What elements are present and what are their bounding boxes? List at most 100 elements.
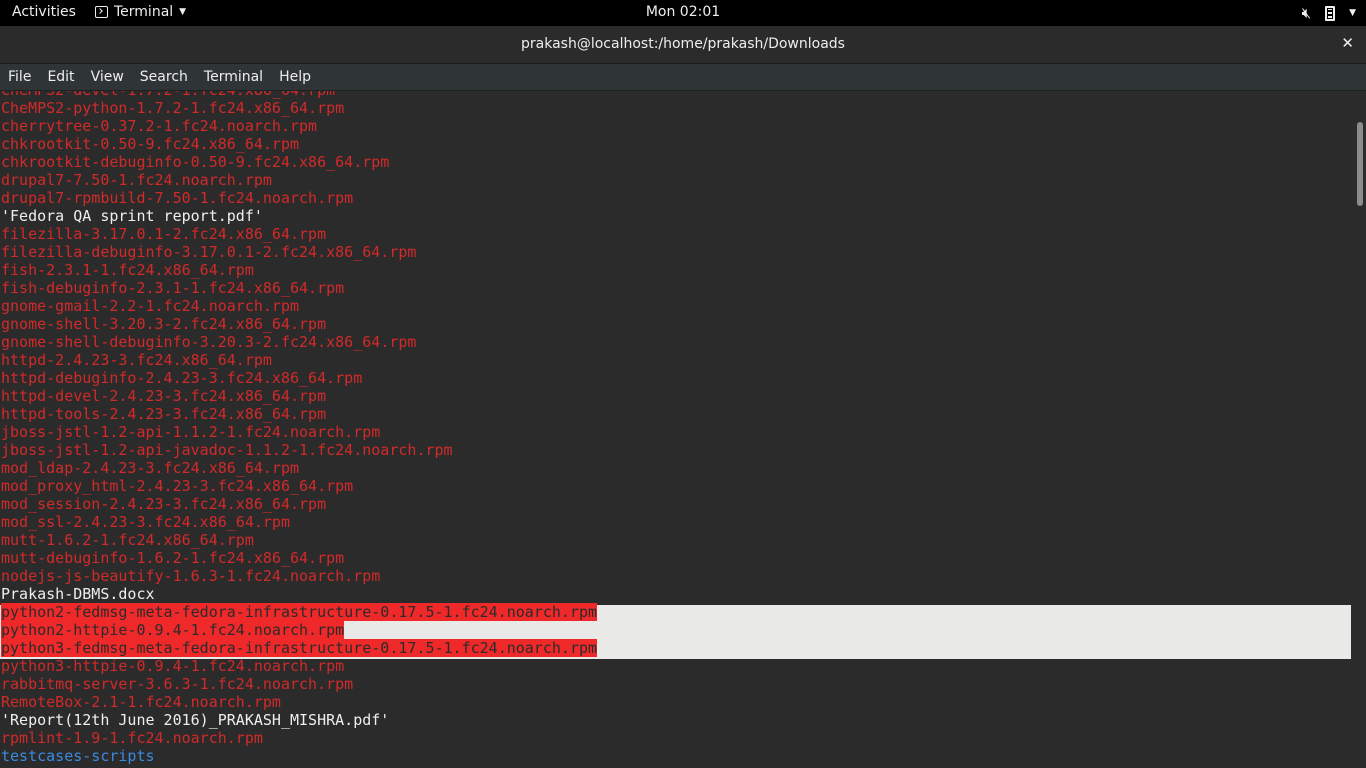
menu-edit[interactable]: Edit <box>39 69 82 85</box>
entry-name: mod_ldap-2.4.23-3.fc24.x86_64.rpm <box>1 459 300 477</box>
file-entry: mod_ldap-2.4.23-3.fc24.x86_64.rpm <box>1 459 597 477</box>
file-entry: Prakash-DBMS.docx <box>1 585 597 603</box>
file-entry: httpd-2.4.23-3.fc24.x86_64.rpm <box>1 351 597 369</box>
entry-name: rpmlint-1.9-1.fc24.noarch.rpm <box>1 729 263 747</box>
entry-name: 'Report(12th June 2016)_PRAKASH_MISHRA.p… <box>1 711 390 729</box>
file-entry: python2-fedmsg-meta-fedora-infrastructur… <box>1 603 598 621</box>
ls-listing: CheMPS2-devel-1.7.2-1.fc24.x86_64.rpmChe… <box>1 91 598 765</box>
menu-help[interactable]: Help <box>271 69 319 85</box>
menu-bar: File Edit View Search Terminal Help <box>0 64 1366 91</box>
menu-view[interactable]: View <box>83 69 132 85</box>
file-entry: filezilla-debuginfo-3.17.0.1-2.fc24.x86_… <box>1 243 597 261</box>
scrollbar[interactable] <box>1354 91 1366 768</box>
terminal-icon <box>95 6 108 18</box>
menu-terminal[interactable]: Terminal <box>196 69 271 85</box>
file-entry: mod_session-2.4.23-3.fc24.x86_64.rpm <box>1 495 597 513</box>
entry-name: fish-debuginfo-2.3.1-1.fc24.x86_64.rpm <box>1 279 345 297</box>
entry-name: gnome-shell-debuginfo-3.20.3-2.fc24.x86_… <box>1 333 417 351</box>
entry-name: python2-httpie-0.9.4-1.fc24.noarch.rpm <box>1 621 345 639</box>
file-entry: mod_ssl-2.4.23-3.fc24.x86_64.rpm <box>1 513 597 531</box>
file-entry: httpd-debuginfo-2.4.23-3.fc24.x86_64.rpm <box>1 369 597 387</box>
file-entry: cherrytree-0.37.2-1.fc24.noarch.rpm <box>1 117 597 135</box>
app-menu-button[interactable]: Terminal ▼ <box>95 4 186 20</box>
file-entry: drupal7-rpmbuild-7.50-1.fc24.noarch.rpm <box>1 189 597 207</box>
terminal-output[interactable]: CheMPS2-devel-1.7.2-1.fc24.x86_64.rpmChe… <box>0 91 1354 768</box>
file-entry: httpd-tools-2.4.23-3.fc24.x86_64.rpm <box>1 405 597 423</box>
entry-name: httpd-2.4.23-3.fc24.x86_64.rpm <box>1 351 272 369</box>
entry-name: httpd-debuginfo-2.4.23-3.fc24.x86_64.rpm <box>1 369 363 387</box>
entry-name: chkrootkit-0.50-9.fc24.x86_64.rpm <box>1 135 300 153</box>
file-entry: jboss-jstl-1.2-api-javadoc-1.1.2-1.fc24.… <box>1 441 597 459</box>
file-entry: CheMPS2-devel-1.7.2-1.fc24.x86_64.rpm <box>1 91 597 99</box>
entry-name: mod_session-2.4.23-3.fc24.x86_64.rpm <box>1 495 327 513</box>
entry-name: jboss-jstl-1.2-api-1.1.2-1.fc24.noarch.r… <box>1 423 381 441</box>
chevron-down-icon: ▼ <box>179 7 187 17</box>
file-entry: RemoteBox-2.1-1.fc24.noarch.rpm <box>1 693 597 711</box>
entry-name: python2-fedmsg-meta-fedora-infrastructur… <box>1 603 598 621</box>
file-entry: rabbitmq-server-3.6.3-1.fc24.noarch.rpm <box>1 675 597 693</box>
scrollbar-thumb[interactable] <box>1357 122 1363 206</box>
entry-name: nodejs-js-beautify-1.6.3-1.fc24.noarch.r… <box>1 567 381 585</box>
entry-name: drupal7-7.50-1.fc24.noarch.rpm <box>1 171 272 189</box>
file-entry: python3-fedmsg-meta-fedora-infrastructur… <box>1 639 598 657</box>
entry-name: drupal7-rpmbuild-7.50-1.fc24.noarch.rpm <box>1 189 354 207</box>
gnome-top-bar: Activities Terminal ▼ Mon 02:01 🔇︎ ▼ <box>0 0 1366 26</box>
entry-name: mod_ssl-2.4.23-3.fc24.x86_64.rpm <box>1 513 290 531</box>
menu-search[interactable]: Search <box>132 69 196 85</box>
entry-name: 'Fedora QA sprint report.pdf' <box>1 207 263 225</box>
entry-name: mod_proxy_html-2.4.23-3.fc24.x86_64.rpm <box>1 477 354 495</box>
app-menu-label: Terminal <box>114 4 174 20</box>
file-entry: filezilla-3.17.0.1-2.fc24.x86_64.rpm <box>1 225 597 243</box>
file-entry: gnome-shell-debuginfo-3.20.3-2.fc24.x86_… <box>1 333 597 351</box>
file-entry: chkrootkit-debuginfo-0.50-9.fc24.x86_64.… <box>1 153 597 171</box>
file-entry: fish-debuginfo-2.3.1-1.fc24.x86_64.rpm <box>1 279 597 297</box>
file-entry: gnome-shell-3.20.3-2.fc24.x86_64.rpm <box>1 315 597 333</box>
entry-name: testcases-scripts <box>1 747 155 765</box>
entry-name: mutt-1.6.2-1.fc24.x86_64.rpm <box>1 531 254 549</box>
file-entry: gnome-gmail-2.2-1.fc24.noarch.rpm <box>1 297 597 315</box>
file-entry: mod_proxy_html-2.4.23-3.fc24.x86_64.rpm <box>1 477 597 495</box>
file-entry: python3-httpie-0.9.4-1.fc24.noarch.rpm <box>1 657 597 675</box>
entry-name: httpd-tools-2.4.23-3.fc24.x86_64.rpm <box>1 405 327 423</box>
entry-name: CheMPS2-python-1.7.2-1.fc24.x86_64.rpm <box>1 99 345 117</box>
entry-name: Prakash-DBMS.docx <box>1 585 155 603</box>
file-entry: fish-2.3.1-1.fc24.x86_64.rpm <box>1 261 597 279</box>
entry-name: gnome-gmail-2.2-1.fc24.noarch.rpm <box>1 297 300 315</box>
entry-name: filezilla-debuginfo-3.17.0.1-2.fc24.x86_… <box>1 243 417 261</box>
file-entry: python2-httpie-0.9.4-1.fc24.noarch.rpm <box>1 621 597 639</box>
volume-muted-icon: 🔇︎ <box>1301 4 1312 22</box>
battery-icon <box>1325 5 1336 21</box>
menu-file[interactable]: File <box>0 69 39 85</box>
entry-name: jboss-jstl-1.2-api-javadoc-1.1.2-1.fc24.… <box>1 441 453 459</box>
file-entry: mutt-debuginfo-1.6.2-1.fc24.x86_64.rpm <box>1 549 597 567</box>
window-title: prakash@localhost:/home/prakash/Download… <box>521 36 845 52</box>
entry-name: chkrootkit-debuginfo-0.50-9.fc24.x86_64.… <box>1 153 390 171</box>
file-entry: CheMPS2-python-1.7.2-1.fc24.x86_64.rpm <box>1 99 597 117</box>
file-entry: nodejs-js-beautify-1.6.3-1.fc24.noarch.r… <box>1 567 597 585</box>
file-entry: rpmlint-1.9-1.fc24.noarch.rpm <box>1 729 597 747</box>
directory-entry: testcases-scripts <box>1 747 597 765</box>
clock-button[interactable]: Mon 02:01 <box>646 4 720 20</box>
file-entry: 'Fedora QA sprint report.pdf' <box>1 207 597 225</box>
file-entry: mutt-1.6.2-1.fc24.x86_64.rpm <box>1 531 597 549</box>
system-status-menu[interactable]: 🔇︎ ▼ <box>1302 3 1356 23</box>
file-entry: jboss-jstl-1.2-api-1.1.2-1.fc24.noarch.r… <box>1 423 597 441</box>
entry-name: RemoteBox-2.1-1.fc24.noarch.rpm <box>1 693 281 711</box>
file-entry: httpd-devel-2.4.23-3.fc24.x86_64.rpm <box>1 387 597 405</box>
entry-name: filezilla-3.17.0.1-2.fc24.x86_64.rpm <box>1 225 327 243</box>
file-entry: drupal7-7.50-1.fc24.noarch.rpm <box>1 171 597 189</box>
entry-name: gnome-shell-3.20.3-2.fc24.x86_64.rpm <box>1 315 327 333</box>
chevron-down-icon: ▼ <box>1349 8 1356 18</box>
entry-name: python3-httpie-0.9.4-1.fc24.noarch.rpm <box>1 657 345 675</box>
entry-name: mutt-debuginfo-1.6.2-1.fc24.x86_64.rpm <box>1 549 345 567</box>
window-titlebar[interactable]: prakash@localhost:/home/prakash/Download… <box>0 26 1366 64</box>
entry-name: fish-2.3.1-1.fc24.x86_64.rpm <box>1 261 254 279</box>
entry-name: rabbitmq-server-3.6.3-1.fc24.noarch.rpm <box>1 675 354 693</box>
close-icon[interactable]: ✕ <box>1341 34 1354 52</box>
entry-name: cherrytree-0.37.2-1.fc24.noarch.rpm <box>1 117 318 135</box>
file-entry: chkrootkit-0.50-9.fc24.x86_64.rpm <box>1 135 597 153</box>
entry-name: python3-fedmsg-meta-fedora-infrastructur… <box>1 639 598 657</box>
entry-name: httpd-devel-2.4.23-3.fc24.x86_64.rpm <box>1 387 327 405</box>
file-entry: 'Report(12th June 2016)_PRAKASH_MISHRA.p… <box>1 711 597 729</box>
activities-button[interactable]: Activities <box>12 4 76 20</box>
